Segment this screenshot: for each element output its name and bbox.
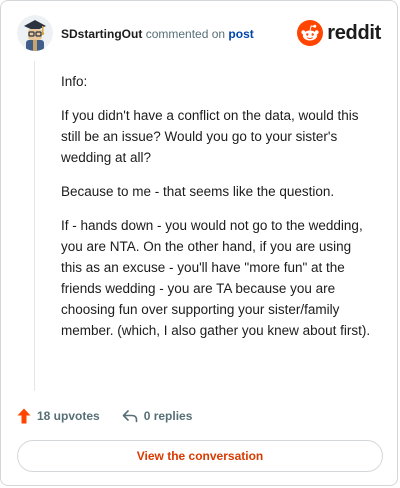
- reddit-wordmark: reddit: [327, 21, 381, 44]
- comment-byline: SDstartingOut commented on post: [61, 27, 254, 41]
- comment-paragraph: Info:: [61, 74, 88, 89]
- reddit-snoo-icon: [297, 20, 324, 46]
- comment-paragraph: If you didn't have a conflict on the dat…: [61, 108, 359, 165]
- post-link[interactable]: post: [228, 27, 253, 41]
- reddit-logo[interactable]: reddit: [297, 20, 381, 46]
- thread-line: [34, 61, 35, 391]
- user-avatar[interactable]: [17, 15, 53, 51]
- upvote-arrow-icon: [17, 408, 31, 424]
- replies-button[interactable]: 0 replies: [122, 409, 193, 423]
- byline-action-text: commented on: [145, 27, 226, 41]
- upvote-count: 18 upvotes: [37, 409, 100, 423]
- username-link[interactable]: SDstartingOut: [61, 27, 142, 41]
- comment-body: Info: If you didn't have a conflict on t…: [61, 71, 371, 354]
- reply-count: 0 replies: [143, 409, 193, 423]
- view-conversation-button[interactable]: View the conversation: [17, 440, 383, 472]
- reply-arrow-icon: [122, 410, 138, 423]
- comment-embed-card: SDstartingOut commented on post reddit I…: [0, 0, 398, 486]
- comment-paragraph: If - hands down - you would not go to th…: [61, 218, 371, 338]
- comment-paragraph: Because to me - that seems like the ques…: [61, 184, 335, 199]
- upvote-button[interactable]: 18 upvotes: [17, 408, 100, 424]
- comment-header: SDstartingOut commented on post reddit: [17, 15, 381, 53]
- comment-actions: 18 upvotes 0 replies: [17, 405, 192, 427]
